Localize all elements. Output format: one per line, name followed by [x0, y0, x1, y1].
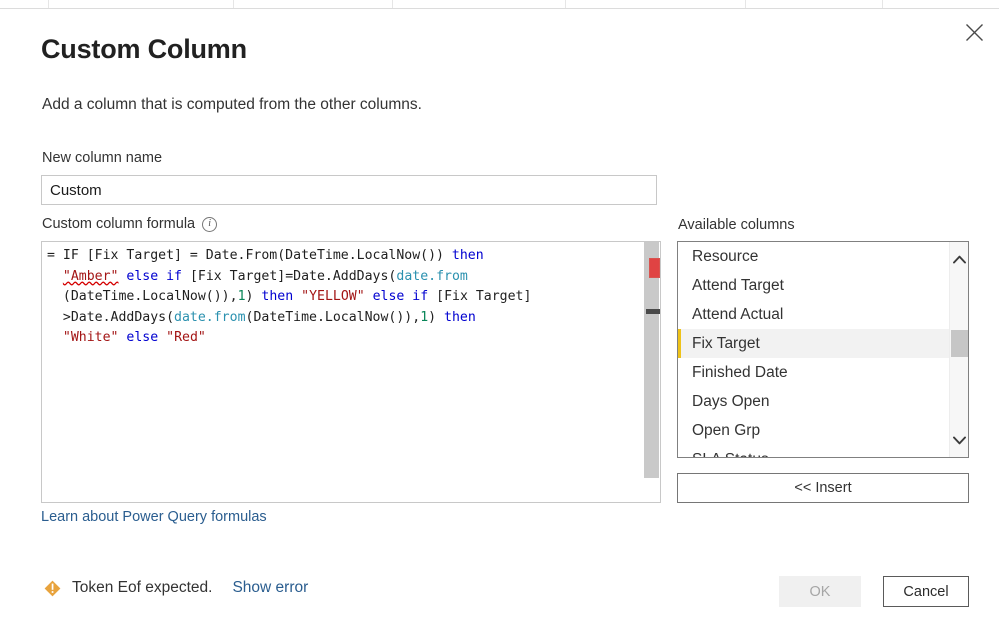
formula-token-27: "Red" — [166, 330, 206, 345]
formula-token-25: else — [126, 330, 159, 345]
formula-token-17: date.from — [174, 309, 246, 325]
formula-scrollbar-thumb[interactable] — [646, 309, 660, 314]
new-column-name-label: New column name — [42, 150, 163, 166]
available-column-label: SLA Status — [692, 451, 769, 458]
formula-token-6: [Fix Target]=Date.AddDays( — [182, 268, 397, 284]
available-column-label: Fix Target — [692, 334, 760, 352]
error-text: Token Eof expected. — [72, 579, 213, 596]
formula-token-7: date.from — [396, 268, 468, 284]
available-column-label: Open Grp — [692, 421, 761, 439]
formula-token-0: = IF [Fix Target] = Date.From(DateTime.L… — [47, 248, 452, 263]
chevron-up-icon[interactable] — [950, 248, 968, 270]
column-divider — [48, 0, 49, 8]
available-column-item[interactable]: Open Grp — [678, 416, 951, 445]
new-column-name-input[interactable] — [41, 175, 657, 205]
formula-token-2 — [47, 269, 63, 284]
error-message-row: Token Eof expected. Show error — [44, 579, 308, 597]
available-columns-label: Available columns — [678, 217, 795, 233]
formula-token-26 — [158, 330, 166, 345]
custom-column-formula-label: Custom column formula — [42, 216, 196, 232]
available-column-label: Attend Target — [692, 276, 784, 294]
available-column-item[interactable]: Finished Date — [678, 358, 951, 387]
formula-scrollbar[interactable] — [642, 242, 660, 502]
background-app-strip — [0, 0, 999, 9]
formula-token-22 — [47, 330, 63, 345]
formula-token-14 — [365, 289, 373, 304]
formula-token-15: else if — [372, 289, 429, 304]
column-divider — [233, 0, 234, 8]
formula-token-9: 1 — [237, 289, 246, 304]
formula-token-19: 1 — [420, 309, 429, 325]
available-column-item[interactable]: Fix Target — [678, 329, 951, 358]
available-column-label: Days Open — [692, 392, 770, 410]
available-column-label: Attend Actual — [692, 305, 784, 323]
available-columns-items: Resource Attend Target Attend Actual Fix Ta… — [678, 242, 951, 458]
available-columns-scrollbar-thumb[interactable] — [951, 330, 968, 357]
formula-token-13: "YELLOW" — [301, 289, 365, 304]
available-columns-scrollbar[interactable] — [949, 242, 968, 457]
column-divider — [882, 0, 883, 8]
formula-token-10: ) — [245, 289, 262, 304]
info-icon[interactable]: i — [202, 216, 218, 232]
show-error-link[interactable]: Show error — [232, 579, 308, 597]
available-columns-listbox[interactable]: Resource Attend Target Attend Actual Fix Ta… — [677, 241, 969, 458]
formula-token-21: then — [444, 309, 476, 325]
formula-token-20: ) — [428, 309, 445, 325]
formula-token-1: then — [451, 248, 484, 263]
learn-about-power-query-formulas-link[interactable]: Learn about Power Query formulas — [41, 509, 267, 525]
formula-token-12 — [293, 289, 301, 304]
formula-editor[interactable]: = IF [Fix Target] = Date.From(DateTime.L… — [41, 241, 661, 503]
dialog-subtitle: Add a column that is computed from the o… — [42, 96, 422, 113]
formula-scrollbar-track[interactable] — [644, 242, 660, 478]
column-divider — [565, 0, 566, 8]
available-column-item[interactable]: Resource — [678, 242, 951, 271]
close-icon[interactable] — [953, 13, 995, 51]
formula-error-marker[interactable] — [649, 258, 660, 278]
available-column-item[interactable]: Attend Actual — [678, 300, 951, 329]
available-column-label: Finished Date — [692, 363, 788, 381]
formula-token-5: else if — [126, 268, 182, 284]
ok-button[interactable]: OK — [779, 576, 861, 607]
formula-token-3: "Amber" — [62, 268, 119, 284]
column-divider — [392, 0, 393, 8]
formula-code-text[interactable]: = IF [Fix Target] = Date.From(DateTime.L… — [47, 246, 643, 349]
available-column-label: Resource — [692, 247, 759, 265]
available-column-item[interactable]: Days Open — [678, 387, 951, 416]
available-column-item[interactable]: SLA Status — [678, 445, 951, 458]
insert-button[interactable]: << Insert — [677, 473, 969, 503]
page-title: Custom Column — [41, 34, 247, 64]
warning-diamond-icon — [44, 580, 61, 596]
custom-column-formula-label-group: Custom column formula i — [42, 216, 218, 232]
chevron-down-icon[interactable] — [950, 429, 968, 451]
formula-token-23: "White" — [62, 330, 119, 345]
formula-token-11: then — [261, 289, 294, 304]
column-divider — [745, 0, 746, 8]
cancel-button[interactable]: Cancel — [883, 576, 969, 607]
available-column-item[interactable]: Attend Target — [678, 271, 951, 300]
formula-token-18: (DateTime.LocalNow()), — [245, 309, 421, 325]
formula-token-8: (DateTime.LocalNow()), — [62, 289, 238, 304]
custom-column-dialog: Custom Column Add a column that is compu… — [0, 9, 999, 627]
